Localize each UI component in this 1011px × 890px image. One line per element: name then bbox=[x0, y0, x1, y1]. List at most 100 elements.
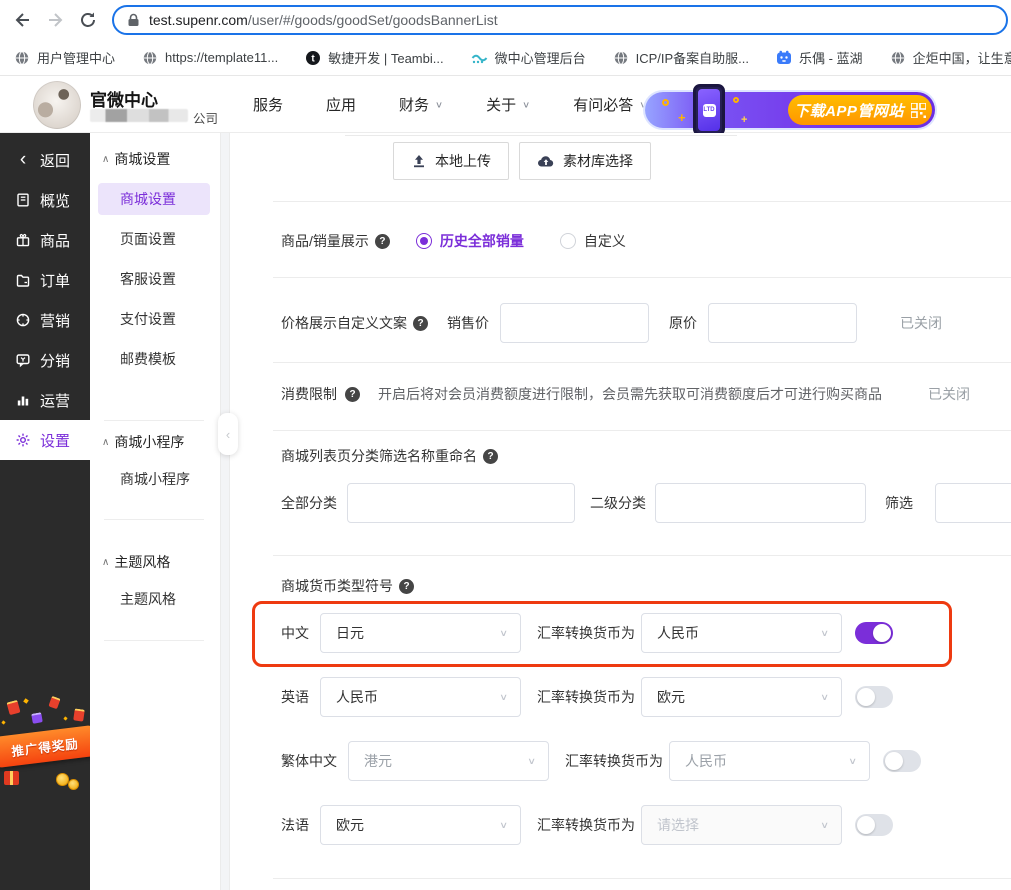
second-category-input[interactable] bbox=[655, 483, 866, 523]
help-icon[interactable]: ? bbox=[413, 315, 428, 331]
sidebar-item-distribution[interactable]: 分销 bbox=[0, 340, 90, 380]
submenu-item-theme[interactable]: 主题风格 bbox=[98, 583, 210, 615]
submenu-item-mall-settings[interactable]: 商城设置 bbox=[98, 183, 210, 215]
sidebar-item-goods[interactable]: 商品 bbox=[0, 220, 90, 260]
currency-title-row: 商城货币类型符号 ? bbox=[281, 576, 414, 596]
toggle-knob bbox=[857, 816, 875, 834]
nav-item-finance[interactable]: 财务 ∨ bbox=[399, 94, 443, 115]
nav-item-qa[interactable]: 有问必答 ∨ bbox=[573, 94, 647, 115]
lanhu-icon bbox=[777, 50, 791, 64]
red-packet-decoration bbox=[6, 699, 21, 716]
submenu-item-postage-template[interactable]: 邮费模板 bbox=[98, 343, 210, 375]
help-icon[interactable]: ? bbox=[483, 448, 498, 464]
divider bbox=[273, 362, 1011, 363]
bookmark-item[interactable]: ICP/IP备案自助服... bbox=[613, 48, 749, 67]
overview-icon bbox=[15, 192, 31, 208]
decoration-circle bbox=[662, 99, 669, 106]
convert-currency-select[interactable]: 人民币 ∨ bbox=[669, 741, 870, 781]
convert-currency-select[interactable]: 人民币 ∨ bbox=[641, 613, 842, 653]
divider bbox=[104, 519, 204, 520]
submenu-item-payment-settings[interactable]: 支付设置 bbox=[98, 303, 210, 335]
chevron-down-icon: ∨ bbox=[820, 819, 829, 831]
chevron-down-icon: ∨ bbox=[820, 691, 829, 703]
back-icon: ‹ bbox=[19, 149, 27, 170]
currency-select[interactable]: 欧元 ∨ bbox=[320, 805, 521, 845]
decoration-circle bbox=[733, 97, 739, 103]
original-price-label: 原价 bbox=[669, 315, 697, 331]
submenu-group-mini-program[interactable]: ∧ 商城小程序 bbox=[102, 432, 184, 452]
status-badge: 已关闭 bbox=[900, 315, 942, 331]
nav-item-about[interactable]: 关于 ∨ bbox=[486, 94, 530, 115]
cloud-upload-icon bbox=[537, 156, 554, 167]
help-icon[interactable]: ? bbox=[399, 578, 414, 594]
sidebar-item-orders[interactable]: 订单 bbox=[0, 260, 90, 300]
submenu-group-theme[interactable]: ∧ 主题风格 bbox=[102, 552, 170, 572]
currency-toggle[interactable] bbox=[855, 622, 893, 644]
sale-price-input[interactable] bbox=[500, 303, 649, 343]
sidebar-item-back[interactable]: ‹ 返回 bbox=[0, 140, 90, 180]
nav-item-services[interactable]: 服务 bbox=[253, 94, 283, 115]
promo-banner[interactable]: 推广得奖励 bbox=[0, 695, 97, 800]
submenu-group-mall-settings[interactable]: ∧ 商城设置 bbox=[102, 149, 170, 169]
browser-reload-icon[interactable] bbox=[78, 10, 98, 30]
material-library-button[interactable]: 素材库选择 bbox=[519, 142, 651, 180]
sidebar-item-settings[interactable]: 设置 bbox=[0, 420, 90, 460]
price-custom-label: 价格展示自定义文案 bbox=[281, 315, 407, 331]
convert-currency-select[interactable]: 请选择 ∨ bbox=[641, 805, 842, 845]
price-custom-row: 价格展示自定义文案 ? 销售价 原价 已关闭 bbox=[281, 303, 942, 343]
sale-price-label: 销售价 bbox=[447, 315, 489, 331]
bookmark-item[interactable]: 微中心管理后台 bbox=[471, 48, 586, 67]
currency-toggle[interactable] bbox=[855, 814, 893, 836]
convert-currency-select[interactable]: 欧元 ∨ bbox=[641, 677, 842, 717]
currency-select[interactable]: 日元 ∨ bbox=[320, 613, 521, 653]
currency-toggle[interactable] bbox=[855, 686, 893, 708]
convert-label: 汇率转换货币为 bbox=[537, 689, 635, 705]
company-name-redacted bbox=[90, 109, 188, 122]
bookmark-item[interactable]: https://template11... bbox=[142, 50, 278, 66]
collapse-caret-icon: ∧ bbox=[102, 436, 110, 448]
convert-label: 汇率转换货币为 bbox=[537, 625, 635, 641]
filter-input[interactable] bbox=[935, 483, 1011, 523]
category-rename-title: 商城列表页分类筛选名称重命名 bbox=[281, 448, 477, 464]
app-header: 官微中心 公司 服务 应用 财务 ∨ 关于 ∨ 有问必答 ∨ + + LTD 下载AP… bbox=[0, 76, 1011, 136]
browser-forward-icon[interactable] bbox=[46, 10, 66, 30]
radio-history-sales-label[interactable]: 历史全部销量 bbox=[440, 231, 524, 251]
sparkle-decoration bbox=[63, 716, 68, 721]
avatar[interactable] bbox=[33, 81, 81, 129]
radio-custom-label[interactable]: 自定义 bbox=[584, 231, 626, 251]
red-packet-decoration bbox=[48, 695, 61, 710]
sidebar-item-marketing[interactable]: 营销 bbox=[0, 300, 90, 340]
bookmark-item[interactable]: t 敏捷开发 | Teambi... bbox=[305, 48, 444, 67]
lock-icon bbox=[128, 13, 139, 26]
radio-history-sales[interactable] bbox=[415, 233, 432, 249]
sidebar-collapse-handle[interactable]: ‹ bbox=[218, 413, 238, 455]
nav-item-apps[interactable]: 应用 bbox=[326, 94, 356, 115]
currency-select[interactable]: 人民币 ∨ bbox=[320, 677, 521, 717]
address-bar[interactable]: test.supenr.com/user/#/goods/goodSet/goo… bbox=[112, 5, 1008, 35]
consume-limit-row: 消费限制 ? 开启后将对会员消费额度进行限制，会员需先获取可消费额度后才可进行购… bbox=[281, 376, 970, 412]
local-upload-button[interactable]: 本地上传 bbox=[393, 142, 509, 180]
browser-back-icon[interactable] bbox=[12, 10, 32, 30]
category-rename-row: 全部分类 二级分类 筛选 bbox=[281, 483, 1011, 523]
currency-toggle[interactable] bbox=[883, 750, 921, 772]
radio-custom[interactable] bbox=[559, 233, 576, 249]
chevron-down-icon: ∨ bbox=[522, 100, 531, 110]
red-packet-decoration bbox=[73, 708, 85, 722]
bookmark-item[interactable]: 用户管理中心 bbox=[14, 48, 115, 67]
help-icon[interactable]: ? bbox=[345, 386, 360, 402]
submenu-item-mini-program[interactable]: 商城小程序 bbox=[98, 463, 210, 495]
sidebar-item-overview[interactable]: 概览 bbox=[0, 180, 90, 220]
decoration-plus: + bbox=[741, 114, 748, 126]
original-price-input[interactable] bbox=[708, 303, 857, 343]
globe-icon bbox=[614, 50, 627, 65]
bookmark-item[interactable]: 乐偶 - 蓝湖 bbox=[776, 48, 863, 67]
download-app-button[interactable]: + + LTD 下载APP管网站 bbox=[645, 84, 935, 136]
bookmark-item[interactable]: 企炬中国，让生意... bbox=[890, 48, 1011, 67]
currency-select[interactable]: 港元 ∨ bbox=[348, 741, 549, 781]
submenu-item-page-settings[interactable]: 页面设置 bbox=[98, 223, 210, 255]
sidebar-item-operations[interactable]: 运营 bbox=[0, 380, 90, 420]
wecenter-icon bbox=[471, 54, 487, 63]
help-icon[interactable]: ? bbox=[374, 233, 390, 249]
submenu-item-service-settings[interactable]: 客服设置 bbox=[98, 263, 210, 295]
all-category-input[interactable] bbox=[347, 483, 575, 523]
